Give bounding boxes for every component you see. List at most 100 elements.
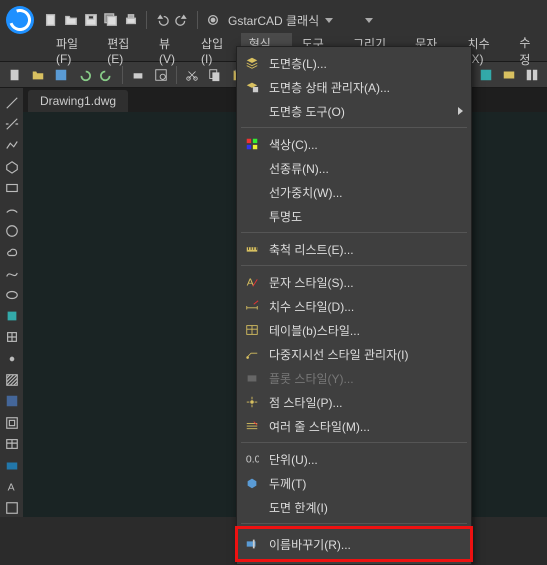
dimstyle-icon xyxy=(243,298,261,314)
menu-tablestyle[interactable]: 테이블(b)스타일... xyxy=(237,318,471,342)
menu-rename[interactable]: 이름바꾸기(R)... xyxy=(237,532,471,556)
menu-separator xyxy=(241,442,467,443)
plotstyle-icon xyxy=(243,370,261,386)
menu-item-label: 투명도 xyxy=(269,208,463,225)
menu-scalelist[interactable]: 축척 리스트(E)... xyxy=(237,237,471,261)
svg-text:A: A xyxy=(7,481,14,493)
menu-textstyle[interactable]: A 문자 스타일(S)... xyxy=(237,270,471,294)
menu-item-label: 선가중치(W)... xyxy=(269,184,463,201)
tool-block[interactable] xyxy=(3,329,21,346)
tool-open[interactable] xyxy=(27,64,49,86)
pointstyle-icon xyxy=(243,394,261,410)
mlinestyle-icon xyxy=(243,418,261,434)
print-icon[interactable] xyxy=(122,11,140,29)
tool-insert[interactable] xyxy=(3,307,21,324)
submenu-arrow-icon xyxy=(458,107,463,115)
tool-revcloud[interactable] xyxy=(3,243,21,260)
highlight-annotation: 이름바꾸기(R)... xyxy=(237,528,471,560)
menu-item-label: 선종류(N)... xyxy=(269,160,463,177)
menu-plotstyle: 플롯 스타일(Y)... xyxy=(237,366,471,390)
tool-line[interactable] xyxy=(3,94,21,111)
menu-item-label: 색상(C)... xyxy=(269,136,463,153)
color-icon xyxy=(243,136,261,152)
tool-hatch[interactable] xyxy=(3,371,21,388)
layerstate-icon xyxy=(243,79,261,95)
menu-item-label: 도면층 도구(O) xyxy=(269,103,458,120)
menu-item-label: 도면층 상태 관리자(A)... xyxy=(269,79,463,96)
menu-item-label: 플롯 스타일(Y)... xyxy=(269,370,463,387)
tool-pline[interactable] xyxy=(3,137,21,154)
quickaccess-dropdown-icon[interactable] xyxy=(365,18,373,23)
tool-xline[interactable] xyxy=(3,115,21,132)
menu-lineweight[interactable]: 선가중치(W)... xyxy=(237,180,471,204)
menu-item-label: 점 스타일(P)... xyxy=(269,394,463,411)
menu-dimstyle[interactable]: 치수 스타일(D)... xyxy=(237,294,471,318)
tool-new[interactable] xyxy=(4,64,26,86)
tool-circle[interactable] xyxy=(3,222,21,239)
menu-item-label: 이름바꾸기(R)... xyxy=(269,536,463,553)
tool-spline[interactable] xyxy=(3,265,21,282)
thickness-icon xyxy=(243,475,261,491)
menu-pointstyle[interactable]: 점 스타일(P)... xyxy=(237,390,471,414)
menu-units[interactable]: 0.0 단위(U)... xyxy=(237,447,471,471)
tablestyle-icon xyxy=(243,322,261,338)
menu-transparency[interactable]: 투명도 xyxy=(237,204,471,228)
tool-gradient[interactable] xyxy=(3,393,21,410)
menu-layertools[interactable]: 도면층 도구(O) xyxy=(237,99,471,123)
workspace-name: GstarCAD 클래식 xyxy=(228,12,319,29)
menu-item-label: 다중지시선 스타일 관리자(I) xyxy=(269,346,463,363)
tool-region[interactable] xyxy=(3,414,21,431)
tool-rectangle[interactable] xyxy=(3,179,21,196)
menu-view[interactable]: 뷰(V) xyxy=(151,33,191,68)
menu-mleaderstyle[interactable]: 다중지시선 스타일 관리자(I) xyxy=(237,342,471,366)
undo-icon[interactable] xyxy=(153,11,171,29)
layers-icon xyxy=(243,55,261,71)
tool-arc[interactable] xyxy=(3,201,21,218)
open-icon[interactable] xyxy=(62,11,80,29)
tool-mtext[interactable]: A xyxy=(3,478,21,495)
mleader-icon xyxy=(243,346,261,362)
new-icon[interactable] xyxy=(42,11,60,29)
tool-table[interactable] xyxy=(3,436,21,453)
units-icon: 0.0 xyxy=(243,451,261,467)
rename-icon xyxy=(243,536,261,552)
menu-item-label: 치수 스타일(D)... xyxy=(269,298,463,315)
menu-thickness[interactable]: 두께(T) xyxy=(237,471,471,495)
save-icon[interactable] xyxy=(82,11,100,29)
app-logo[interactable] xyxy=(6,6,34,34)
menu-limits[interactable]: 도면 한계(I) xyxy=(237,495,471,519)
menu-item-label: 도면층(L)... xyxy=(269,55,463,72)
tool-more[interactable] xyxy=(3,500,21,517)
menu-item-label: 여러 줄 스타일(M)... xyxy=(269,418,463,435)
menu-separator xyxy=(241,523,467,524)
menu-color[interactable]: 색상(C)... xyxy=(237,132,471,156)
saveall-icon[interactable] xyxy=(102,11,120,29)
drawing-tab[interactable]: Drawing1.dwg xyxy=(28,90,128,112)
menu-separator xyxy=(241,265,467,266)
tool-point[interactable] xyxy=(3,350,21,367)
menu-modify[interactable]: 수정 xyxy=(511,32,547,70)
svg-text:A: A xyxy=(247,277,254,289)
menu-item-label: 두께(T) xyxy=(269,475,463,492)
textstyle-icon: A xyxy=(243,274,261,290)
menu-edit[interactable]: 편집(E) xyxy=(99,33,149,68)
menu-item-label: 도면 한계(I) xyxy=(269,499,463,516)
workspace-icon[interactable] xyxy=(204,11,222,29)
tool-ellipse[interactable] xyxy=(3,286,21,303)
menu-item-label: 단위(U)... xyxy=(269,451,463,468)
menu-linetype[interactable]: 선종류(N)... xyxy=(237,156,471,180)
redo-icon[interactable] xyxy=(173,11,191,29)
menu-item-label: 테이블(b)스타일... xyxy=(269,322,463,339)
menu-item-label: 축척 리스트(E)... xyxy=(269,241,463,258)
menu-item-label: 문자 스타일(S)... xyxy=(269,274,463,291)
menu-mlinestyle[interactable]: 여러 줄 스타일(M)... xyxy=(237,414,471,438)
menu-layerstate[interactable]: 도면층 상태 관리자(A)... xyxy=(237,75,471,99)
tool-wipeout[interactable] xyxy=(3,457,21,474)
menu-separator xyxy=(241,127,467,128)
format-menu: 도면층(L)... 도면층 상태 관리자(A)... 도면층 도구(O) 색상(… xyxy=(236,46,472,565)
workspace-dropdown-icon[interactable] xyxy=(325,18,333,23)
menu-file[interactable]: 파일(F) xyxy=(48,33,97,68)
menu-layer[interactable]: 도면층(L)... xyxy=(237,51,471,75)
menu-insert[interactable]: 삽입(I) xyxy=(193,33,239,68)
tool-polygon[interactable] xyxy=(3,158,21,175)
